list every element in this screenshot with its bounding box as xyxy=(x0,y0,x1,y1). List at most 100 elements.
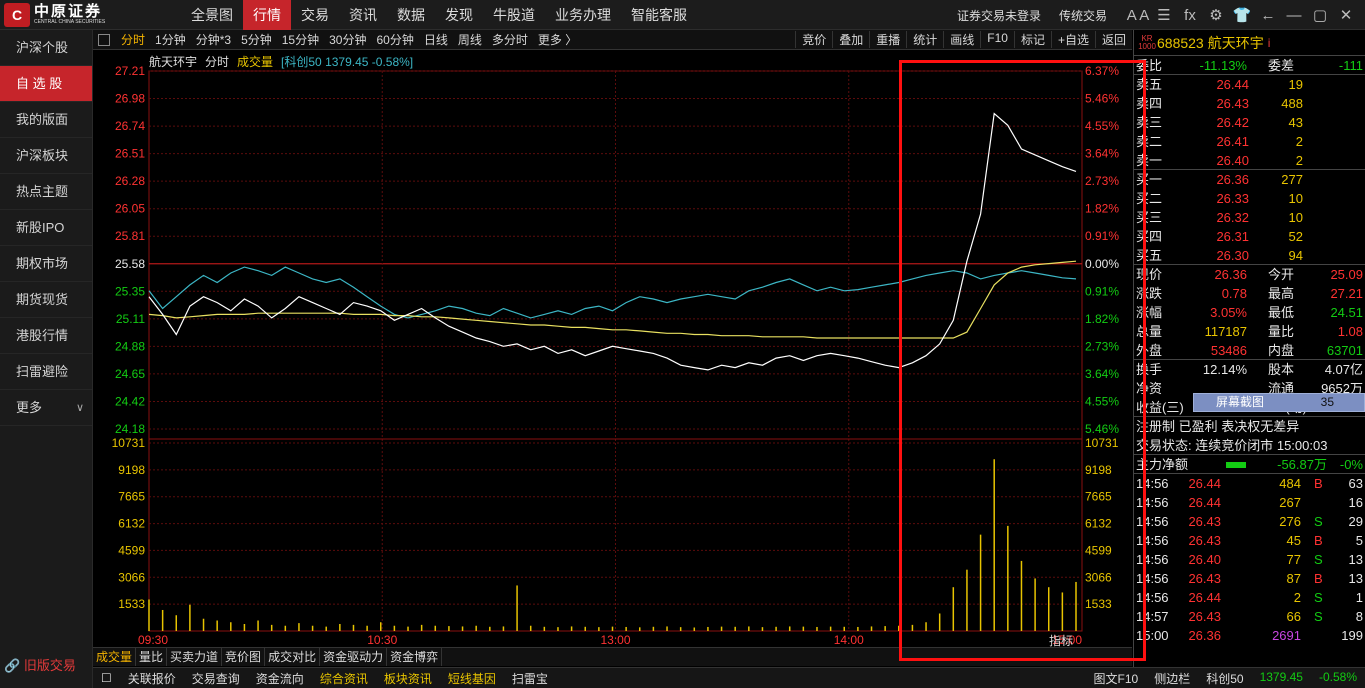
ask-row: 卖四 26.43 488 xyxy=(1134,94,1365,113)
status-right-0[interactable]: 图文F10 xyxy=(1086,670,1147,687)
toolbar-action-8[interactable]: 返回 xyxy=(1094,31,1132,48)
ratio-label: 委比 xyxy=(1136,58,1163,73)
nav-tab-2[interactable]: 交易 xyxy=(291,0,339,30)
minimize-icon[interactable]: — xyxy=(1281,7,1307,24)
nav-tab-1[interactable]: 行情 xyxy=(243,0,291,30)
sidebar-item-0[interactable]: 沪深个股 xyxy=(0,30,92,66)
ask-price: 26.43 xyxy=(1216,96,1249,111)
toolbar-action-3[interactable]: 统计 xyxy=(906,31,943,48)
nav-tab-8[interactable]: 智能客服 xyxy=(621,0,697,30)
chart-mode-label: 分时 xyxy=(205,55,230,69)
toolbar-action-7[interactable]: +自选 xyxy=(1050,31,1095,48)
sidebar-item-10[interactable]: 更多 ∨ xyxy=(0,390,92,426)
old-version-trade-link[interactable]: 🔗 旧版交易 xyxy=(4,655,76,674)
indicator-tab-3[interactable]: 竞价图 xyxy=(222,648,266,666)
status-item-3[interactable]: 综合资讯 xyxy=(312,670,376,687)
nav-tab-5[interactable]: 发现 xyxy=(435,0,483,30)
nav-tab-6[interactable]: 牛股道 xyxy=(483,0,545,30)
tick-price: 26.43 xyxy=(1188,514,1221,529)
sidebar-item-7[interactable]: 期货现货 xyxy=(0,282,92,318)
stat-value-2: 25.09 xyxy=(1330,267,1363,282)
toolbar-action-1[interactable]: 叠加 xyxy=(832,31,869,48)
indicator-tab-2[interactable]: 买卖力道 xyxy=(167,648,223,666)
status-right-1[interactable]: 侧边栏 xyxy=(1146,670,1198,687)
stat-label-2: 今开 xyxy=(1268,267,1295,282)
tick-count: 16 xyxy=(1348,495,1363,510)
nav-tab-7[interactable]: 业务办理 xyxy=(545,0,621,30)
close-icon[interactable]: ✕ xyxy=(1333,6,1359,24)
tick-side: B xyxy=(1314,533,1323,548)
period-tab-10[interactable]: 更多 〉 xyxy=(533,31,582,48)
nav-tab-0[interactable]: 全景图 xyxy=(181,0,243,30)
stat-value: 53486 xyxy=(1210,343,1247,358)
nav-tab-3[interactable]: 资讯 xyxy=(339,0,387,30)
chart-header: 航天环宇 分时 成交量 [科创50 1379.45 -0.58%] xyxy=(149,53,413,70)
tick-row: 14:56 26.44 2 S 1 xyxy=(1134,588,1365,607)
volume-tick-label: 3066 xyxy=(118,570,145,584)
back-arrow-icon[interactable]: ← xyxy=(1255,7,1281,24)
sidebar-item-2[interactable]: 我的版面 xyxy=(0,102,92,138)
ratio-value: -11.13% xyxy=(1199,58,1247,73)
lock-checkbox[interactable] xyxy=(98,33,110,46)
status-item-4[interactable]: 板块资讯 xyxy=(376,670,440,687)
period-tab-8[interactable]: 周线 xyxy=(453,31,487,48)
toolbar-action-4[interactable]: 画线 xyxy=(943,31,980,48)
sidebar-item-1[interactable]: 自 选 股 xyxy=(0,66,92,102)
ask-volume: 43 xyxy=(1288,115,1303,130)
period-tab-0[interactable]: 分时 xyxy=(116,31,150,48)
indicator-tab-1[interactable]: 量比 xyxy=(136,648,168,666)
sidebar-item-3[interactable]: 沪深板块 xyxy=(0,138,92,174)
toolbar-action-2[interactable]: 重播 xyxy=(869,31,906,48)
status-menu-icon[interactable]: ☐ xyxy=(93,671,120,685)
toolbar-action-5[interactable]: F10 xyxy=(980,31,1014,48)
font-size-icon[interactable]: A A xyxy=(1125,7,1151,24)
settings-gear-icon[interactable]: ⚙ xyxy=(1203,6,1229,24)
indicator-tab-5[interactable]: 资金驱动力 xyxy=(320,648,388,666)
sidebar-item-8[interactable]: 港股行情 xyxy=(0,318,92,354)
price-tick-label: 24.42 xyxy=(115,394,145,408)
quote-panel: KR 1000 688523 航天环宇 i 委比 -11.13% 委差 -111 卖五 26… xyxy=(1133,30,1365,667)
tick-row: 14:57 26.43 66 S 8 xyxy=(1134,607,1365,626)
period-tab-7[interactable]: 日线 xyxy=(419,31,453,48)
period-tab-5[interactable]: 30分钟 xyxy=(324,31,371,48)
status-item-6[interactable]: 扫雷宝 xyxy=(504,670,556,687)
stat-row: 涨幅 3.05% 最低 24.51 xyxy=(1134,303,1365,322)
menu-icon[interactable]: ☰ xyxy=(1151,6,1177,24)
period-tab-1[interactable]: 1分钟 xyxy=(150,31,191,48)
main-flow-value: -56.87万 xyxy=(1277,457,1327,472)
pct-tick-label: 3.64% xyxy=(1085,367,1119,381)
skin-shirt-icon[interactable]: 👕 xyxy=(1229,6,1255,24)
sidebar-item-4[interactable]: 热点主题 xyxy=(0,174,92,210)
formula-icon[interactable]: fx xyxy=(1177,7,1203,24)
sidebar-item-5[interactable]: 新股IPO xyxy=(0,210,92,246)
theme-switch[interactable]: 传统交易 xyxy=(1059,7,1107,24)
status-item-1[interactable]: 交易查询 xyxy=(184,670,248,687)
status-item-2[interactable]: 资金流向 xyxy=(248,670,312,687)
period-tab-9[interactable]: 多分时 xyxy=(487,31,533,48)
intraday-chart[interactable]: 27.21 6.37% 26.98 5.46% 26.74 4.55% 26.51 3.64%… xyxy=(93,51,1132,648)
indicator-tab-6[interactable]: 资金博弈 xyxy=(387,648,443,666)
pct-tick-label: 6.37% xyxy=(1085,64,1119,78)
period-tab-3[interactable]: 5分钟 xyxy=(236,31,277,48)
sidebar-item-6[interactable]: 期权市场 xyxy=(0,246,92,282)
tick-price: 26.36 xyxy=(1188,628,1221,643)
tick-price: 26.44 xyxy=(1188,495,1221,510)
toolbar-action-6[interactable]: 标记 xyxy=(1013,31,1051,48)
indicator-tab-0[interactable]: 成交量 xyxy=(93,648,137,666)
sidebar-item-9[interactable]: 扫雷避险 xyxy=(0,354,92,390)
period-tab-6[interactable]: 60分钟 xyxy=(371,31,418,48)
bid-label: 买五 xyxy=(1136,248,1163,263)
toolbar-action-0[interactable]: 竞价 xyxy=(795,31,832,48)
maximize-icon[interactable]: ▢ xyxy=(1307,6,1333,24)
login-status[interactable]: 证券交易未登录 xyxy=(957,7,1041,24)
status-item-5[interactable]: 短线基因 xyxy=(440,670,504,687)
status-item-0[interactable]: 关联报价 xyxy=(120,670,184,687)
period-tab-2[interactable]: 分钟*3 xyxy=(191,31,236,48)
ask-label: 卖五 xyxy=(1136,77,1163,92)
nav-tab-4[interactable]: 数据 xyxy=(387,0,435,30)
time-tick-label: 10:30 xyxy=(367,633,397,647)
tick-row: 14:56 26.43 276 S 29 xyxy=(1134,512,1365,531)
stat2-value-2: 4.07亿 xyxy=(1324,362,1363,377)
indicator-tab-4[interactable]: 成交对比 xyxy=(265,648,321,666)
period-tab-4[interactable]: 15分钟 xyxy=(277,31,324,48)
